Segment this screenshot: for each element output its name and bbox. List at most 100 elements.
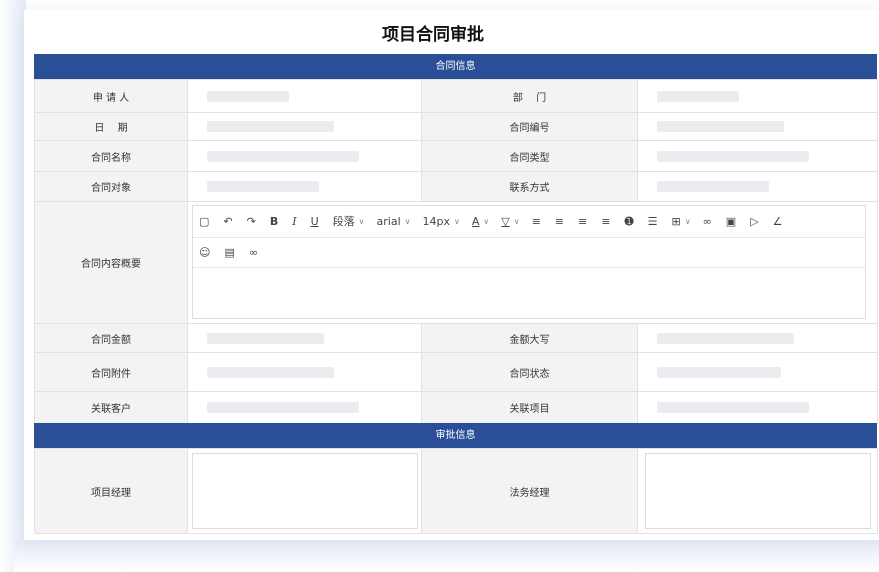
attachment-field[interactable]	[187, 352, 422, 392]
contract-no-field[interactable]	[637, 112, 878, 141]
label-summary: 合同内容概要	[34, 201, 188, 324]
label-applicant: 申 请 人	[34, 79, 188, 113]
label-legal-manager: 法务经理	[421, 448, 638, 534]
label-project: 关联项目	[421, 391, 638, 424]
table-icon[interactable]: ⊞	[672, 215, 681, 229]
justify-icon[interactable]: ≡	[601, 215, 610, 229]
amount-field[interactable]	[187, 323, 422, 353]
paragraph-chevron-icon[interactable]: ∨	[359, 217, 365, 226]
undo-icon[interactable]: ↶	[223, 215, 232, 229]
font-color-button[interactable]: A	[472, 215, 480, 229]
highlight-icon[interactable]: ▽	[501, 215, 509, 229]
table-chevron-icon[interactable]: ∨	[685, 217, 691, 226]
amount-placeholder	[207, 332, 324, 344]
status-placeholder	[657, 366, 781, 378]
clear-format-icon[interactable]: ∠	[773, 215, 783, 229]
label-contract-name: 合同名称	[34, 140, 188, 172]
page-title: 项目合同审批	[382, 25, 484, 45]
date-field[interactable]	[187, 112, 422, 141]
align-left-icon[interactable]: ≡	[532, 215, 541, 229]
paragraph-select[interactable]: 段落	[333, 215, 355, 229]
department-placeholder	[657, 90, 739, 102]
bottom-shadow	[14, 540, 879, 572]
section-header-approval-info: 审批信息	[34, 423, 877, 448]
source-icon[interactable]: ▢	[199, 215, 209, 229]
amount-caps-placeholder	[657, 332, 794, 344]
label-department: 部 门	[421, 79, 638, 113]
editor-content-area[interactable]	[193, 267, 865, 320]
label-contract-no: 合同编号	[421, 112, 638, 141]
underline-button[interactable]: U	[311, 215, 319, 229]
contact-placeholder	[657, 181, 769, 192]
department-field[interactable]	[637, 79, 878, 113]
label-date: 日 期	[34, 112, 188, 141]
left-shadow	[0, 0, 26, 572]
label-customer: 关联客户	[34, 391, 188, 424]
link-icon[interactable]: ∞	[703, 215, 712, 229]
label-contract-type: 合同类型	[421, 140, 638, 172]
contract-name-placeholder	[207, 150, 359, 162]
emoji-icon[interactable]: ☺	[199, 246, 210, 260]
contract-name-field[interactable]	[187, 140, 422, 172]
font-family-select[interactable]: arial	[377, 215, 401, 229]
bold-button[interactable]: B	[270, 215, 278, 229]
row-attachment: 合同附件 合同状态	[34, 352, 878, 392]
row-contract-name: 合同名称 合同类型	[34, 140, 878, 172]
align-right-icon[interactable]: ≡	[578, 215, 587, 229]
row-date: 日 期 合同编号	[34, 112, 878, 141]
label-contact: 联系方式	[421, 171, 638, 202]
contract-party-field[interactable]	[187, 171, 422, 202]
contact-field[interactable]	[637, 171, 878, 202]
code-block-icon[interactable]: ▤	[224, 246, 234, 260]
label-amount-caps: 金额大写	[421, 323, 638, 353]
label-status: 合同状态	[421, 352, 638, 392]
project-manager-cell	[187, 448, 422, 534]
applicant-field[interactable]	[187, 79, 422, 113]
customer-field[interactable]	[187, 391, 422, 424]
label-attachment: 合同附件	[34, 352, 188, 392]
align-center-icon[interactable]: ≡	[555, 215, 564, 229]
section-header-contract-info: 合同信息	[34, 54, 877, 79]
font-size-select[interactable]: 14px	[423, 215, 451, 229]
editor-toolbar-row-1: ▢ ↶ ↷ B I U 段落 ∨ arial ∨ 14px ∨ A ∨ ▽ ∨ ≡ ≡ ≡…	[193, 206, 865, 237]
row-amount: 合同金额 金额大写	[34, 323, 878, 353]
amount-caps-field[interactable]	[637, 323, 878, 353]
formula-icon[interactable]: ∞	[249, 246, 258, 260]
format-painter-icon[interactable]: ➊	[624, 215, 633, 229]
rich-text-editor: ▢ ↶ ↷ B I U 段落 ∨ arial ∨ 14px ∨ A ∨ ▽ ∨ ≡ ≡ ≡…	[192, 205, 866, 319]
font-chevron-icon[interactable]: ∨	[405, 217, 411, 226]
approval-info-table: 项目经理 法务经理	[34, 448, 878, 534]
contract-party-placeholder	[207, 181, 319, 192]
label-amount: 合同金额	[34, 323, 188, 353]
attachment-placeholder	[207, 366, 334, 378]
row-applicant: 申 请 人 部 门	[34, 79, 878, 113]
redo-icon[interactable]: ↷	[247, 215, 256, 229]
contract-type-placeholder	[657, 150, 809, 162]
editor-toolbar-row-2: ☺ ▤ ∞	[193, 237, 865, 267]
status-field[interactable]	[637, 352, 878, 392]
row-summary: 合同内容概要 ▢ ↶ ↷ B I U 段落 ∨ arial ∨ 14px ∨ A ∨ ▽…	[34, 201, 878, 324]
legal-manager-cell	[637, 448, 878, 534]
date-placeholder	[207, 121, 334, 132]
project-field[interactable]	[637, 391, 878, 424]
list-icon[interactable]: ☰	[648, 215, 658, 229]
label-contract-party: 合同对象	[34, 171, 188, 202]
size-chevron-icon[interactable]: ∨	[454, 217, 460, 226]
italic-button[interactable]: I	[292, 215, 296, 229]
highlight-chevron-icon[interactable]: ∨	[514, 217, 520, 226]
contract-info-table: 申 请 人 部 门 日 期 合同编号 合同名称 合同类型 合同对象 联系方式 合…	[34, 79, 878, 424]
row-customer: 关联客户 关联项目	[34, 391, 878, 424]
applicant-placeholder	[207, 90, 289, 102]
customer-placeholder	[207, 402, 359, 413]
image-icon[interactable]: ▣	[726, 215, 736, 229]
summary-editor-cell: ▢ ↶ ↷ B I U 段落 ∨ arial ∨ 14px ∨ A ∨ ▽ ∨ ≡ ≡ ≡…	[187, 201, 878, 324]
legal-manager-signature-box[interactable]	[644, 453, 871, 529]
row-approvers: 项目经理 法务经理	[34, 448, 878, 534]
project-placeholder	[657, 402, 809, 413]
video-icon[interactable]: ▷	[750, 215, 758, 229]
font-color-chevron-icon[interactable]: ∨	[483, 217, 489, 226]
contract-no-placeholder	[657, 121, 784, 132]
label-project-manager: 项目经理	[34, 448, 188, 534]
contract-type-field[interactable]	[637, 140, 878, 172]
project-manager-signature-box[interactable]	[191, 453, 418, 529]
